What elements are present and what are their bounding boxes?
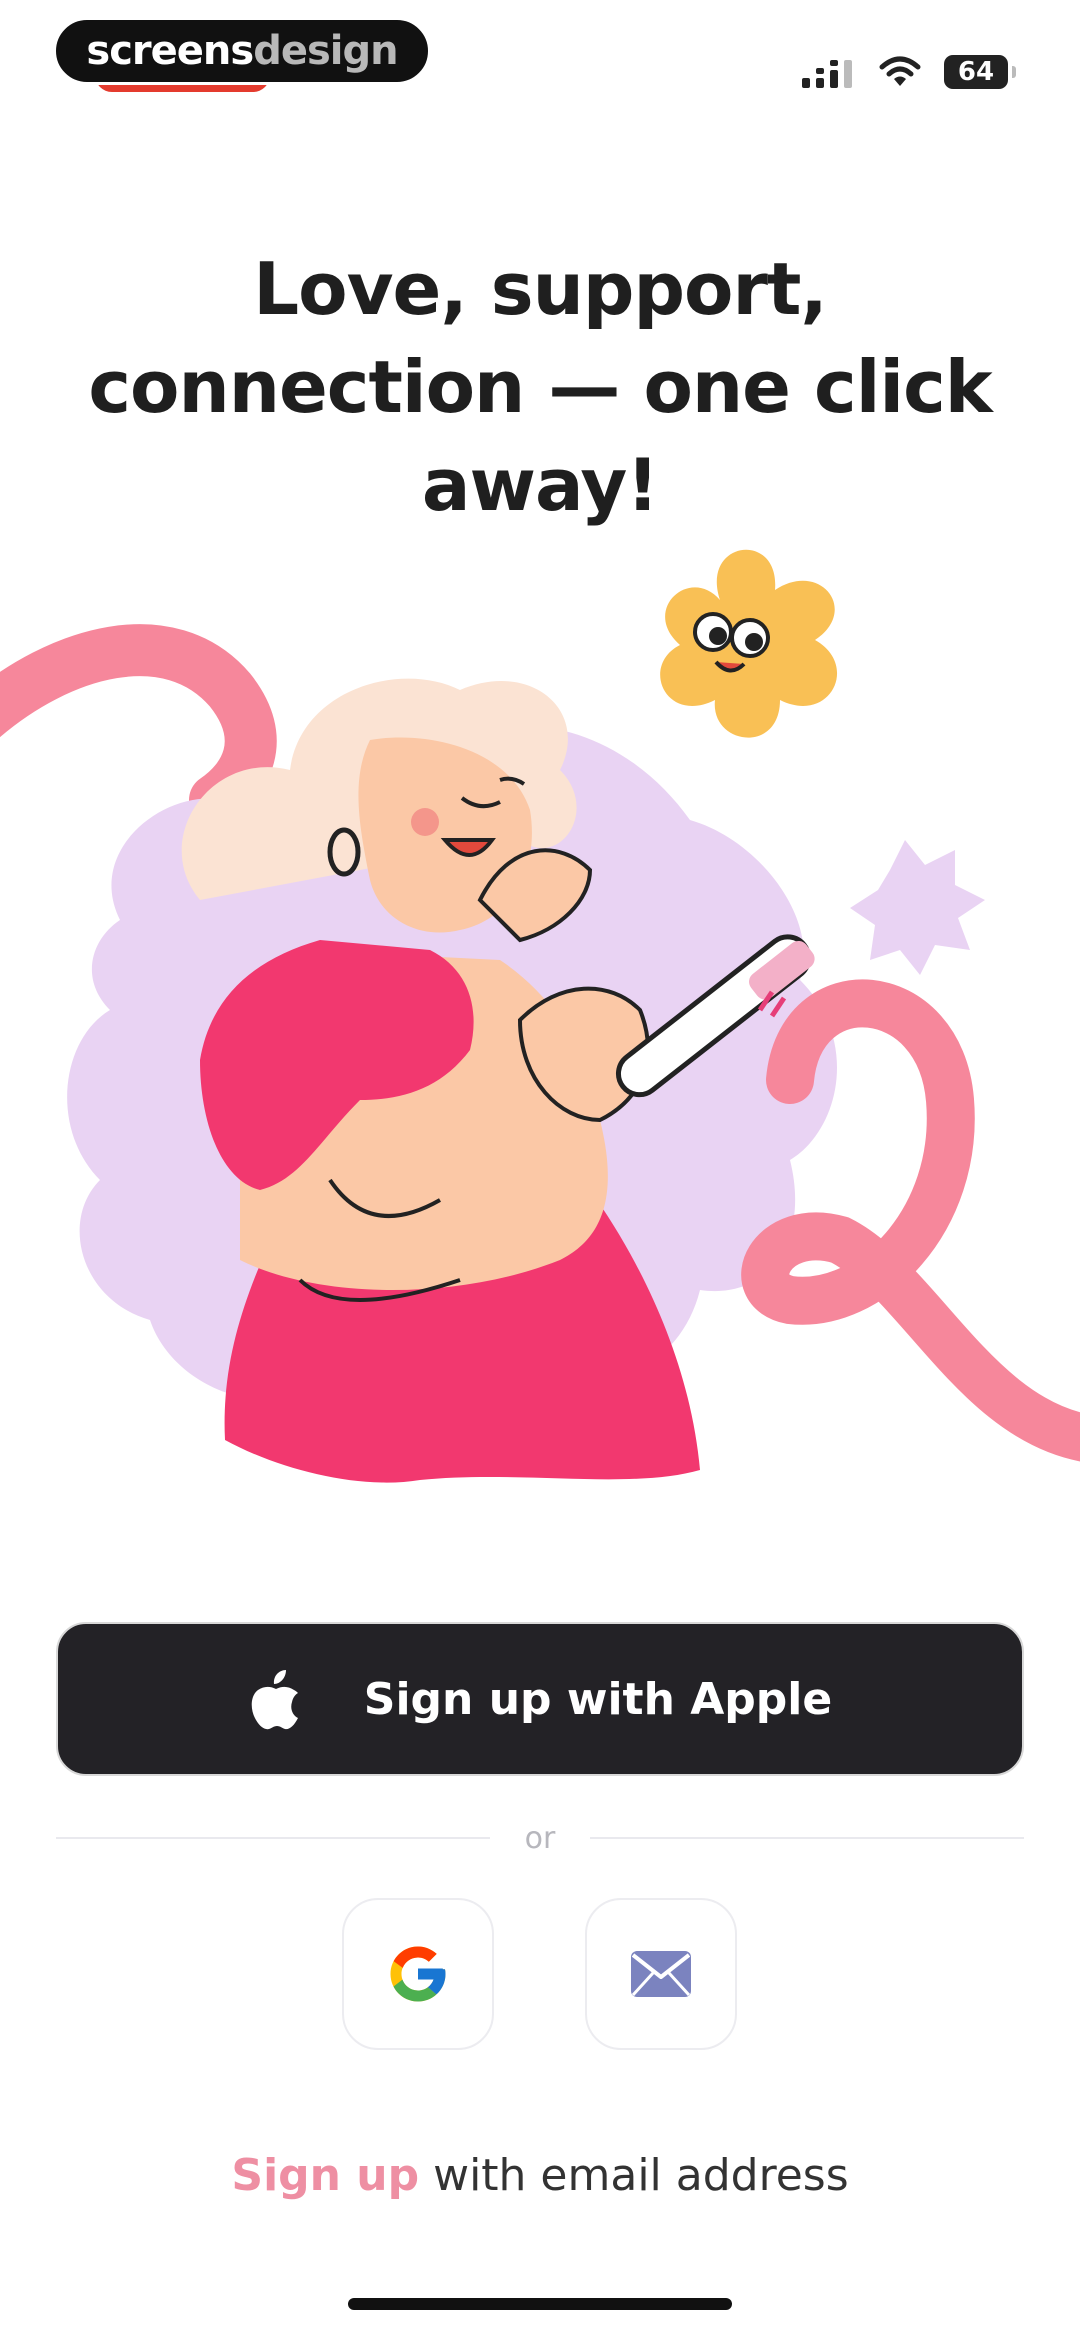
headline-line-3: away!	[421, 443, 659, 527]
brand-text-design: design	[253, 28, 398, 74]
sign-up-link-text[interactable]: Sign up	[231, 2150, 419, 2201]
apple-button-label: Sign up with Apple	[363, 1673, 833, 1725]
divider-line-right	[590, 1837, 1024, 1839]
status-icons: 64	[800, 50, 1016, 94]
email-sign-up-button[interactable]	[585, 1898, 737, 2050]
headline-line-2: connection — one click	[88, 345, 992, 429]
flower-character	[660, 549, 838, 738]
battery-icon: 64	[944, 55, 1016, 89]
divider-line-left	[56, 1837, 490, 1839]
headline-line-1: Love, support,	[253, 247, 827, 331]
lilac-splat	[850, 840, 985, 975]
brand-text-screens: screens	[86, 28, 254, 74]
mail-icon	[631, 1951, 691, 1997]
google-sign-up-button[interactable]	[342, 1898, 494, 2050]
email-link-rest: with email address	[419, 2150, 849, 2201]
sign-up-with-apple-button[interactable]: Sign up with Apple	[56, 1622, 1024, 1776]
status-bar: screens design 64	[0, 0, 1080, 120]
brand-watermark: screens design	[53, 17, 431, 85]
cheek	[411, 808, 439, 836]
signal-icon	[802, 60, 852, 88]
headline: Love, support, connection — one click aw…	[60, 240, 1020, 534]
divider-label: or	[524, 1820, 556, 1856]
ribbon-left	[0, 624, 277, 826]
or-divider: or	[56, 1820, 1024, 1856]
pregnancy-test-illustration	[0, 549, 1080, 1483]
battery-level: 64	[957, 57, 995, 87]
email-sign-up-link[interactable]: Sign up with email address	[0, 2150, 1080, 2201]
home-indicator[interactable]	[348, 2298, 732, 2310]
google-icon	[390, 1946, 446, 2002]
ribbon-right	[741, 979, 1080, 1462]
apple-icon	[251, 1670, 298, 1730]
wifi-icon	[879, 56, 921, 86]
